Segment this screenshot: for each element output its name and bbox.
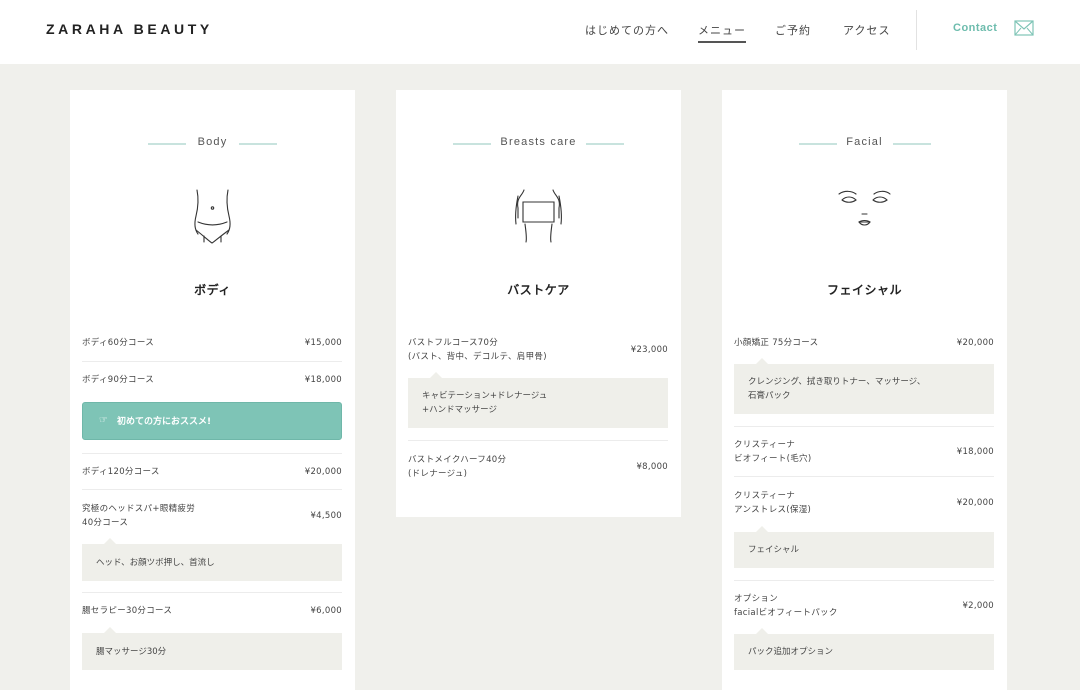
menu-item-price: ¥6,000 [310, 606, 342, 616]
menu-item-row[interactable]: 究極のヘッドスパ+眼精疲労 40分コース ¥4,500 [82, 502, 342, 530]
card-title-jp: バストケア [507, 283, 570, 297]
menu-item-name: ボディ60分コース [82, 338, 154, 348]
menu-item-name: ボディ90分コース [82, 375, 154, 385]
menu-card-facial: Facial フェイシャル 小顔矯正 75分コース ¥20,000 クレンジング… [722, 90, 1007, 690]
row-divider [82, 592, 342, 593]
card-title-en: Facial [846, 136, 883, 148]
menu-item-note: パック追加オプション [734, 628, 994, 670]
menu-item-row[interactable]: クリスティーナ ビオフィート(毛穴) ¥18,000 [734, 438, 994, 466]
menu-item-price: ¥15,000 [304, 338, 342, 348]
heading-line-right [586, 143, 624, 145]
heading-line-right [893, 143, 931, 145]
mail-icon[interactable] [1014, 20, 1034, 36]
card-heading: Facial [722, 136, 1007, 150]
menu-item-note: ヘッド、お顔ツボ押し、首流し [82, 538, 342, 581]
card-heading: Body [70, 136, 355, 150]
row-divider [82, 453, 342, 454]
row-divider [734, 426, 994, 427]
face-icon [838, 190, 891, 226]
row-divider [734, 476, 994, 477]
card-heading: Breasts care [396, 136, 681, 150]
menu-item-note: クレンジング、拭き取りトナー、マッサージ、 石膏パック [734, 358, 994, 414]
nav-divider [916, 10, 917, 50]
menu-item-name-line2: ビオフィート(毛穴) [734, 454, 812, 464]
menu-item-name: クリスティーナ [734, 491, 796, 501]
menu-item-name-line2: アンストレス(保湿) [734, 505, 812, 515]
menu-item-price: ¥20,000 [304, 467, 342, 477]
menu-item-name-line2: facialビオフィートパック [734, 608, 838, 618]
note-text: クレンジング、拭き取りトナー、マッサージ、 [748, 377, 926, 387]
menu-item-name: バストフルコース70分 [408, 338, 499, 348]
row-divider [734, 580, 994, 581]
note-text: キャビテーション+ドレナージュ [422, 391, 548, 401]
nav-item-first-visit[interactable]: はじめての方へ [585, 22, 669, 38]
menu-item-price: ¥18,000 [956, 447, 994, 457]
note-text: ヘッド、お顔ツボ押し、首流し [96, 558, 215, 568]
menu-item-name: オプション [734, 594, 779, 604]
menu-item-price: ¥20,000 [956, 338, 994, 348]
note-text: パック追加オプション [748, 647, 834, 657]
menu-item-price: ¥18,000 [304, 375, 342, 385]
menu-item-name: 腸セラピー30分コース [82, 606, 173, 616]
nav-item-reservation[interactable]: ご予約 [775, 22, 811, 38]
note-text: 腸マッサージ30分 [96, 647, 167, 657]
card-title-en: Body [197, 136, 228, 148]
menu-item-price: ¥20,000 [956, 498, 994, 508]
menu-item-price: ¥23,000 [630, 345, 668, 355]
contact-link[interactable]: Contact [953, 22, 997, 34]
row-divider [408, 440, 668, 441]
row-divider [82, 489, 342, 490]
menu-item-name-line2: 40分コース [82, 518, 129, 528]
menu-item-note: フェイシャル [734, 526, 994, 568]
menu-item-name: ボディ120分コース [82, 467, 160, 477]
menu-item-name: クリスティーナ [734, 440, 796, 450]
nav-item-access[interactable]: アクセス [843, 22, 890, 38]
bust-icon [515, 189, 562, 243]
menu-item-price: ¥8,000 [636, 462, 668, 472]
menu-item-price: ¥4,500 [310, 511, 342, 521]
card-title-en: Breasts care [500, 136, 577, 148]
note-text: フェイシャル [748, 545, 800, 555]
note-text-line2: +ハンドマッサージ [422, 405, 497, 415]
menu-item-name: 究極のヘッドスパ+眼精疲労 [82, 504, 196, 514]
heading-line-right [239, 143, 277, 145]
menu-item-name-line2: (バスト、背中、デコルテ、肩甲骨) [408, 352, 547, 362]
card-title-jp: ボディ [194, 283, 231, 297]
recommend-button[interactable]: ☞ 初めての方におススメ! [82, 402, 342, 440]
site-header: ZARAHA BEAUTY はじめての方へ メニュー ご予約 アクセス Cont… [0, 0, 1080, 64]
recommend-label: 初めての方におススメ! [117, 417, 212, 427]
menu-item-name: バストメイクハーフ40分 [408, 455, 507, 465]
main-nav: はじめての方へ メニュー ご予約 アクセス [0, 22, 1080, 43]
card-title-jp: フェイシャル [826, 283, 902, 297]
menu-item-name-line2: (ドレナージュ) [408, 469, 468, 479]
nav-item-menu[interactable]: メニュー [698, 22, 746, 43]
menu-item-row[interactable]: クリスティーナ アンストレス(保湿) ¥20,000 [734, 489, 994, 517]
body-torso-icon [194, 189, 231, 244]
menu-card-breasts-care: Breasts care バストケア バストフルコース70分 (バスト、背中、デ… [396, 90, 681, 517]
menu-item-note: 腸マッサージ30分 [82, 627, 342, 670]
menu-item-note: キャビテーション+ドレナージュ +ハンドマッサージ [408, 372, 668, 428]
hand-point-icon: ☞ [99, 415, 108, 426]
menu-item-name: 小顔矯正 75分コース [734, 338, 819, 348]
row-divider [82, 361, 342, 362]
menu-item-row[interactable]: バストメイクハーフ40分 (ドレナージュ) ¥8,000 [408, 453, 668, 481]
note-text-line2: 石膏パック [748, 391, 791, 401]
menu-item-row[interactable]: バストフルコース70分 (バスト、背中、デコルテ、肩甲骨) ¥23,000 [408, 336, 668, 364]
menu-item-price: ¥2,000 [962, 601, 994, 611]
menu-item-row[interactable]: オプション facialビオフィートパック ¥2,000 [734, 592, 994, 620]
menu-card-body: Body ボディ ボディ60分コース ¥15,000 ボディ90分コース ¥18… [70, 90, 355, 690]
